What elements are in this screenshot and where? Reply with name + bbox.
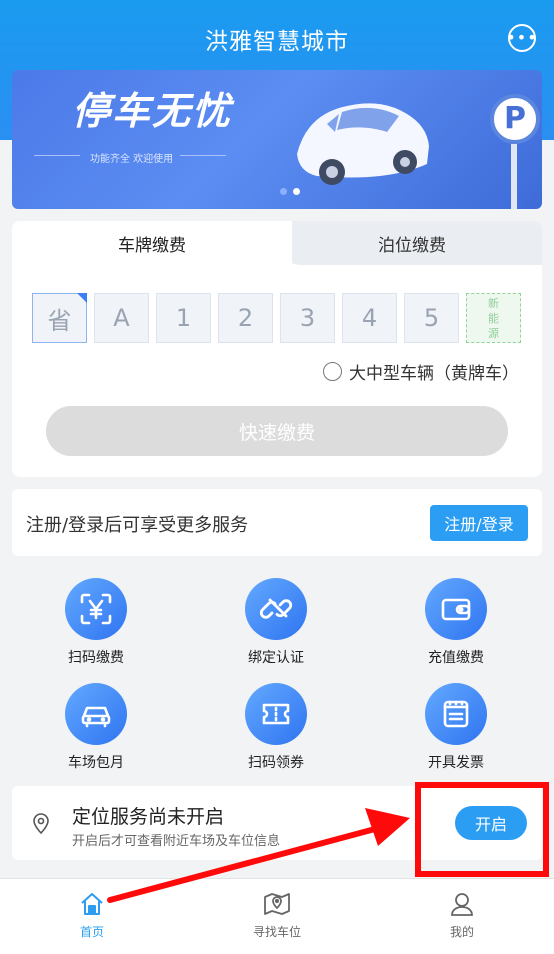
home-icon <box>81 893 103 915</box>
yellow-plate-option[interactable]: 大中型车辆（黄牌车） <box>323 359 519 384</box>
radio-button[interactable] <box>323 362 342 381</box>
login-prompt-text: 注册/登录后可享受更多服务 <box>26 515 249 536</box>
plate-slot-province[interactable]: 省 <box>32 293 87 343</box>
location-subtitle: 开启后才可查看附近车场及车位信息 <box>72 834 281 849</box>
service-scan-pay[interactable]: 扫码缴费 <box>21 578 171 667</box>
tab-berth-payment[interactable]: 泊位缴费 <box>282 221 542 265</box>
service-label: 充值缴费 <box>428 650 484 666</box>
banner-pager <box>280 188 300 195</box>
tabbar-item-find-parking[interactable]: 寻找车位 <box>217 891 337 940</box>
location-title: 定位服务尚未开启 <box>72 806 225 828</box>
new-energy-char: 新 <box>488 296 499 310</box>
new-energy-char: 源 <box>488 326 499 340</box>
plate-slot[interactable]: 4 <box>342 293 397 343</box>
invoice-icon <box>425 683 487 745</box>
quick-pay-button[interactable]: 快速缴费 <box>46 406 508 456</box>
car-icon <box>65 683 127 745</box>
service-label: 车场包月 <box>68 755 124 771</box>
service-scan-coupon[interactable]: 扫码领券 <box>201 683 351 772</box>
car-illustration-icon <box>297 103 429 185</box>
annotation-highlight-box <box>415 782 549 877</box>
login-prompt-card: 注册/登录后可享受更多服务 注册/登录 <box>12 489 542 556</box>
link-icon <box>245 578 307 640</box>
chat-bubble-icon[interactable]: ••• <box>506 24 537 52</box>
service-bind-verify[interactable]: 绑定认证 <box>201 578 351 667</box>
bottom-tab-bar: 首页 寻找车位 我的 <box>0 878 554 954</box>
service-invoice[interactable]: 开具发票 <box>381 683 531 772</box>
banner-subtitle: 功能齐全 欢迎使用 <box>90 154 174 165</box>
parking-sign-icon: P <box>490 94 540 144</box>
plate-slot[interactable]: A <box>94 293 149 343</box>
payment-card: 泊位缴费 车牌缴费 省 A 1 2 3 4 5 新 能 源 大中型车辆（黄牌车）… <box>12 221 542 477</box>
plate-slot-new-energy[interactable]: 新 能 源 <box>466 293 521 343</box>
plate-slot[interactable]: 1 <box>156 293 211 343</box>
pager-dot-active[interactable] <box>293 188 300 195</box>
page-title: 洪雅智慧城市 <box>205 29 349 55</box>
location-pin-icon <box>33 813 49 834</box>
parking-sign-pole <box>511 144 517 209</box>
plate-slot[interactable]: 2 <box>218 293 273 343</box>
service-label: 开具发票 <box>428 755 484 771</box>
yellow-plate-label: 大中型车辆（黄牌车） <box>349 364 519 384</box>
scan-yen-icon <box>65 578 127 640</box>
service-label: 扫码缴费 <box>68 650 124 666</box>
service-label: 绑定认证 <box>248 650 304 666</box>
new-energy-char: 能 <box>488 311 499 325</box>
tabbar-item-home[interactable]: 首页 <box>32 891 152 940</box>
plate-input-row: 省 A 1 2 3 4 5 新 能 源 <box>32 293 521 343</box>
service-monthly-pass[interactable]: 车场包月 <box>21 683 171 772</box>
plate-slot[interactable]: 5 <box>404 293 459 343</box>
register-login-button[interactable]: 注册/登录 <box>430 505 528 541</box>
ticket-icon <box>245 683 307 745</box>
banner-divider-left <box>34 155 80 156</box>
tab-plate-payment[interactable]: 车牌缴费 <box>12 221 292 265</box>
tabbar-label: 寻找车位 <box>252 925 301 939</box>
service-label: 扫码领券 <box>248 755 304 771</box>
tabbar-label: 我的 <box>449 925 474 939</box>
promo-banner[interactable]: 停车无忧 功能齐全 欢迎使用 P <box>12 70 542 209</box>
map-icon <box>264 893 290 915</box>
banner-divider-right <box>180 155 226 156</box>
wallet-icon <box>425 578 487 640</box>
tabbar-label: 首页 <box>79 925 104 939</box>
service-recharge[interactable]: 充值缴费 <box>381 578 531 667</box>
plate-slot[interactable]: 3 <box>280 293 335 343</box>
tabbar-item-profile[interactable]: 我的 <box>402 891 522 940</box>
banner-title: 停车无忧 <box>72 89 233 133</box>
user-icon <box>451 893 473 916</box>
pager-dot[interactable] <box>280 188 287 195</box>
